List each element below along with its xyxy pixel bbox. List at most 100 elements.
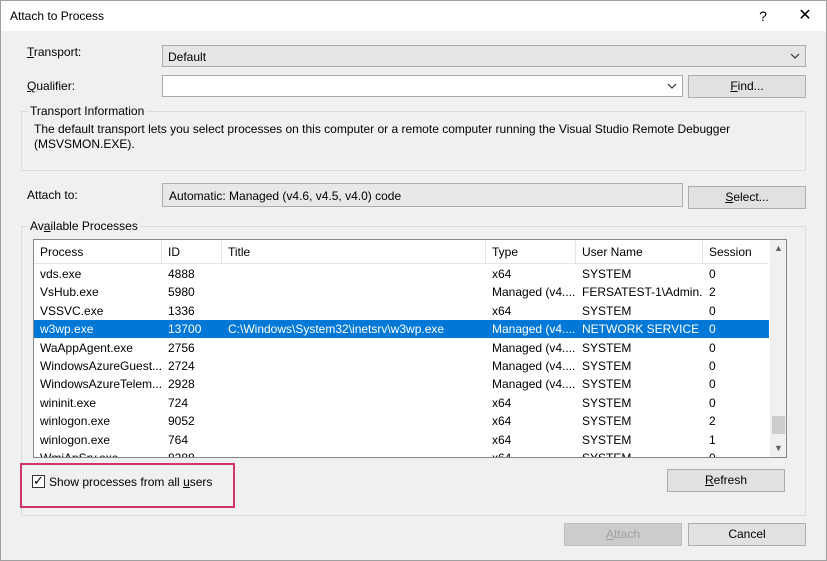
title-bar: Attach to Process ? ✕ <box>1 1 826 31</box>
attach-to-process-dialog: Attach to Process ? ✕ Transport: Default… <box>0 0 827 561</box>
close-button[interactable]: ✕ <box>785 1 825 31</box>
help-button[interactable]: ? <box>743 1 783 31</box>
process-user-cell: SYSTEM <box>582 451 632 458</box>
process-session-cell: 2 <box>709 414 716 429</box>
process-session-cell: 0 <box>709 322 716 337</box>
transport-label: Transport: <box>27 45 82 59</box>
find-button[interactable]: Find... <box>688 75 806 98</box>
process-type-cell: x64 <box>492 451 512 458</box>
scroll-up-icon[interactable]: ▲ <box>770 240 786 257</box>
process-name-cell: WmiApSrv.exe <box>40 451 119 458</box>
process-session-cell: 0 <box>709 340 716 355</box>
table-row[interactable]: WmiApSrv.exe 8288 x64 SYSTEM 0 <box>34 449 769 458</box>
table-row[interactable]: wininit.exe 724 x64 SYSTEM 0 <box>34 394 769 412</box>
process-user-cell: SYSTEM <box>582 303 632 318</box>
process-user-cell: SYSTEM <box>582 340 632 355</box>
process-id-cell: 9052 <box>168 414 195 429</box>
process-session-cell: 0 <box>709 359 716 373</box>
process-name-cell: winlogon.exe <box>40 414 111 429</box>
scroll-down-icon[interactable]: ▼ <box>770 440 786 457</box>
process-name-cell: vds.exe <box>40 267 82 281</box>
process-user-cell: SYSTEM <box>582 432 632 447</box>
cancel-button[interactable]: Cancel <box>688 523 806 546</box>
process-type-cell: Managed (v4.... <box>492 340 576 355</box>
qualifier-combobox[interactable] <box>162 75 683 97</box>
attach-to-label: Attach to: <box>27 188 78 202</box>
table-row[interactable]: winlogon.exe 764 x64 SYSTEM 1 <box>34 431 769 449</box>
column-header-session[interactable]: Session <box>703 240 769 264</box>
process-id-cell: 764 <box>168 432 189 447</box>
process-id-cell: 13700 <box>168 322 202 337</box>
transport-value: Default <box>168 50 207 64</box>
process-session-cell: 0 <box>709 395 716 410</box>
table-row-selected[interactable]: w3wp.exe 13700 C:\Windows\System32\inetsrv… <box>34 320 769 339</box>
chevron-down-icon <box>790 53 800 59</box>
process-id-cell: 724 <box>168 395 189 410</box>
process-user-cell: SYSTEM <box>582 359 632 373</box>
process-user-cell: SYSTEM <box>582 414 632 429</box>
process-user-cell: NETWORK SERVICE <box>582 322 700 337</box>
column-header-user-name[interactable]: User Name <box>576 240 703 264</box>
column-header-type[interactable]: Type <box>486 240 576 264</box>
dialog-title: Attach to Process <box>10 9 105 23</box>
transport-select[interactable]: Default <box>162 45 806 67</box>
qualifier-label: Qualifier: <box>27 79 76 93</box>
attach-button[interactable]: Attach <box>564 523 682 546</box>
process-type-cell: Managed (v4.... <box>492 285 576 300</box>
process-title-cell: C:\Windows\System32\inetsrv\w3wp.exe <box>228 322 445 337</box>
process-name-cell: VSSVC.exe <box>40 303 104 318</box>
table-row[interactable]: VsHub.exe 5980 Managed (v4.... FERSATEST-1\… <box>34 283 769 301</box>
process-id-cell: 4888 <box>168 267 195 281</box>
transport-information-text: The default transport lets you select pr… <box>34 122 731 151</box>
process-name-cell: wininit.exe <box>40 395 97 410</box>
column-header-process[interactable]: Process <box>34 240 162 264</box>
process-type-cell: x64 <box>492 267 512 281</box>
table-row[interactable]: WindowsAzureTelem... 2928 Managed (v4.... S… <box>34 375 769 393</box>
table-row[interactable]: VSSVC.exe 1336 x64 SYSTEM 0 <box>34 302 769 320</box>
process-type-cell: x64 <box>492 303 512 318</box>
process-type-cell: x64 <box>492 395 512 410</box>
process-name-cell: WaAppAgent.exe <box>40 340 133 355</box>
process-name-cell: winlogon.exe <box>40 432 111 447</box>
process-type-cell: Managed (v4.... <box>492 322 576 337</box>
process-id-cell: 2756 <box>168 340 195 355</box>
process-id-cell: 8288 <box>168 451 195 458</box>
process-list[interactable]: Process ID Title Type User Name Session … <box>33 239 787 458</box>
annotation-highlight-box <box>20 463 235 508</box>
table-row[interactable]: WindowsAzureGuest... 2724 Managed (v4.... S… <box>34 357 769 375</box>
close-icon: ✕ <box>798 7 812 24</box>
column-header-id[interactable]: ID <box>162 240 222 264</box>
table-row[interactable]: WaAppAgent.exe 2756 Managed (v4.... SYSTEM 0 <box>34 339 769 357</box>
process-name-cell: WindowsAzureGuest... <box>40 359 162 373</box>
process-type-cell: x64 <box>492 432 512 447</box>
table-row[interactable]: winlogon.exe 9052 x64 SYSTEM 2 <box>34 412 769 430</box>
process-user-cell: SYSTEM <box>582 395 632 410</box>
process-session-cell: 2 <box>709 285 716 300</box>
column-header-title[interactable]: Title <box>222 240 486 264</box>
process-session-cell: 0 <box>709 303 716 318</box>
process-user-cell: SYSTEM <box>582 267 632 281</box>
process-user-cell: FERSATEST-1\Admin... <box>582 285 703 300</box>
attach-to-field: Automatic: Managed (v4.6, v4.5, v4.0) co… <box>162 183 683 207</box>
process-name-cell: WindowsAzureTelem... <box>40 377 162 392</box>
process-list-header: Process ID Title Type User Name Session <box>34 240 769 264</box>
transport-information-title: Transport Information <box>28 104 147 118</box>
vertical-scrollbar[interactable]: ▲ ▼ <box>770 240 786 457</box>
process-session-cell: 1 <box>709 432 716 447</box>
process-id-cell: 1336 <box>168 303 195 318</box>
process-type-cell: Managed (v4.... <box>492 377 576 392</box>
table-row[interactable]: vds.exe 4888 x64 SYSTEM 0 <box>34 265 769 283</box>
process-session-cell: 0 <box>709 451 716 458</box>
process-session-cell: 0 <box>709 377 716 392</box>
process-session-cell: 0 <box>709 267 716 281</box>
process-user-cell: SYSTEM <box>582 377 632 392</box>
available-processes-title: Available Processes <box>28 219 140 233</box>
attach-to-value: Automatic: Managed (v4.6, v4.5, v4.0) co… <box>169 189 402 203</box>
refresh-button[interactable]: Refresh <box>667 469 785 492</box>
process-name-cell: w3wp.exe <box>40 322 94 337</box>
help-icon: ? <box>759 8 767 24</box>
select-button[interactable]: Select... <box>688 186 806 209</box>
chevron-down-icon <box>667 83 677 89</box>
scrollbar-thumb[interactable] <box>772 416 785 434</box>
process-name-cell: VsHub.exe <box>40 285 99 300</box>
